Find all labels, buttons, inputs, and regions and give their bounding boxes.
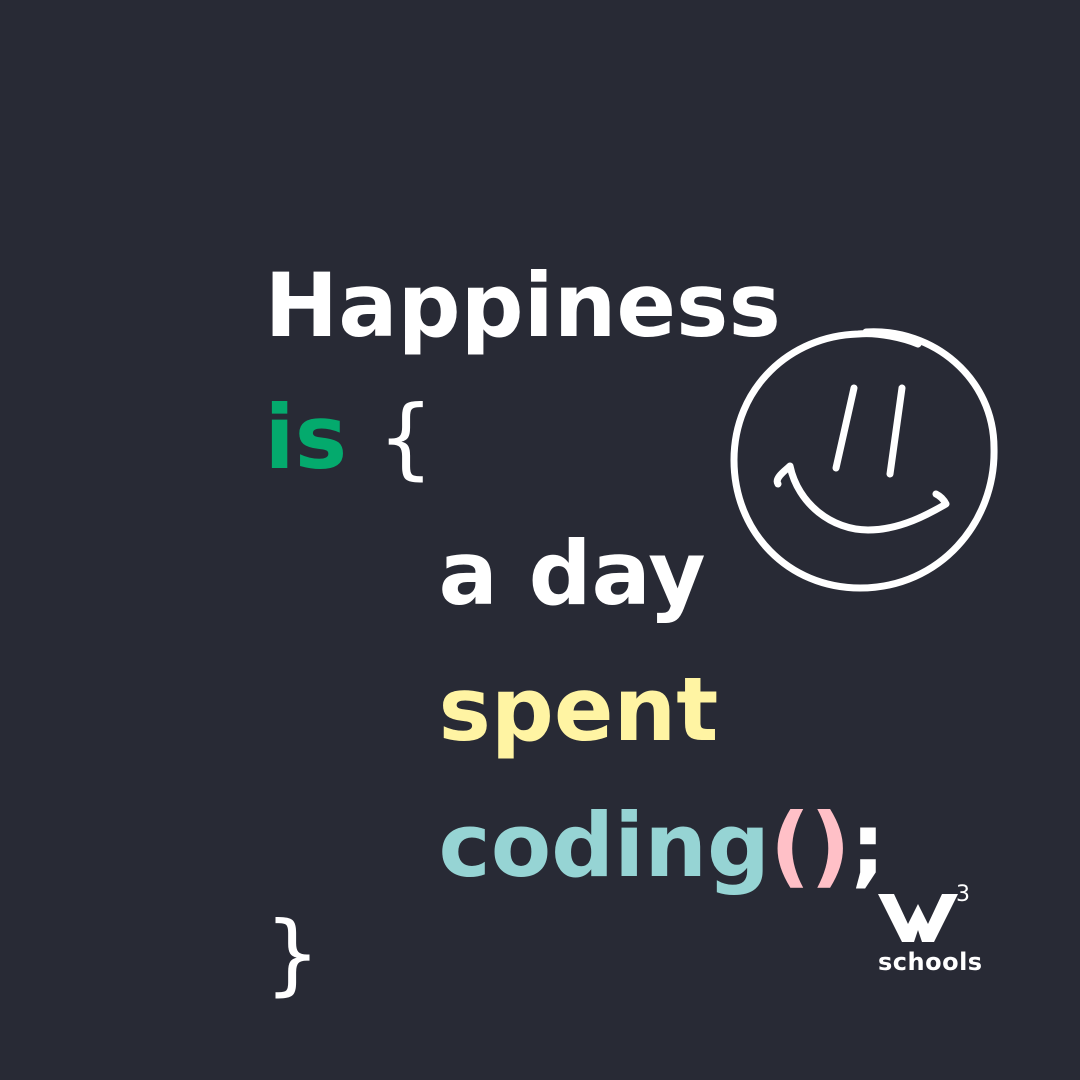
smiley-face-icon	[730, 328, 998, 592]
open-paren: (	[769, 794, 811, 897]
w3schools-logo: 3 schools	[868, 882, 982, 980]
logo-superscript: 3	[956, 882, 970, 907]
close-brace: }	[264, 902, 321, 1005]
close-paren: )	[810, 794, 851, 897]
semicolon: ;	[850, 794, 886, 897]
w3-logo-icon	[878, 894, 958, 942]
line-close-brace: }	[142, 822, 321, 1080]
word-coding: coding	[438, 794, 770, 897]
poster: Happiness is { a day spent coding(); } 3…	[0, 0, 1080, 1080]
line-coding: coding();	[316, 714, 886, 978]
logo-wordmark: schools	[878, 948, 983, 976]
